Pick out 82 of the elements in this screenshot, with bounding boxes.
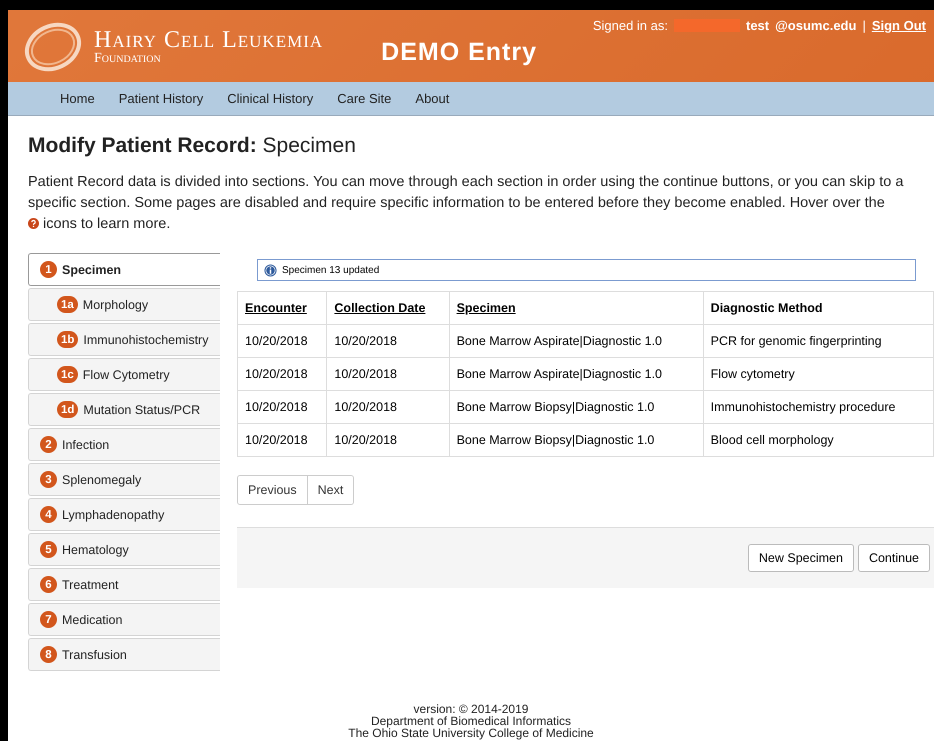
- table-cell: 10/20/2018: [326, 390, 450, 424]
- table-cell: 10/20/2018: [238, 324, 327, 358]
- separator: |: [862, 18, 866, 33]
- intro-text: icons to learn more.: [43, 216, 170, 232]
- ring-logo-icon: [22, 20, 84, 74]
- step-badge: 1a: [57, 296, 78, 313]
- step-badge: 4: [40, 506, 57, 523]
- step-badge: 1: [40, 261, 57, 278]
- sidebar-label: Mutation Status/PCR: [83, 402, 200, 416]
- column-header[interactable]: Encounter: [238, 292, 327, 324]
- table-cell: Bone Marrow Biopsy|Diagnostic 1.0: [449, 390, 704, 424]
- logo-title: Hairy Cell Leukemia: [94, 28, 324, 52]
- step-badge: 1d: [57, 401, 78, 418]
- alert-text: Specimen 13 updated: [282, 264, 380, 276]
- sidebar-item[interactable]: 4 Lymphadenopathy: [28, 498, 220, 531]
- sidebar-label: Infection: [62, 438, 110, 452]
- sidebar-item[interactable]: 7 Medication: [28, 603, 220, 636]
- table-cell: Flow cytometry: [703, 358, 934, 390]
- user-domain: @osumc.edu: [775, 18, 856, 33]
- table-cell: 10/20/2018: [326, 324, 450, 358]
- sidebar-item[interactable]: 1c Flow Cytometry: [28, 358, 220, 391]
- table-cell: Bone Marrow Aspirate|Diagnostic 1.0: [449, 358, 704, 390]
- sidebar-label: Specimen: [62, 262, 122, 276]
- step-badge: 6: [40, 576, 57, 593]
- nav-link[interactable]: Home: [48, 91, 107, 106]
- user-name: test: [746, 18, 770, 33]
- nav-link[interactable]: Clinical History: [215, 91, 326, 106]
- action-button[interactable]: New Specimen: [748, 544, 854, 572]
- table-cell: 10/20/2018: [238, 390, 327, 424]
- sidebar-label: Lymphadenopathy: [62, 508, 164, 522]
- nav-link[interactable]: Patient History: [106, 91, 216, 106]
- table-cell: 10/20/2018: [326, 424, 450, 456]
- table-cell: 10/20/2018: [238, 358, 327, 390]
- step-badge: 2: [40, 436, 57, 453]
- step-badge: 3: [40, 471, 57, 488]
- table-cell: Bone Marrow Aspirate|Diagnostic 1.0: [449, 324, 704, 358]
- column-header[interactable]: Specimen: [449, 292, 704, 324]
- sidebar-label: Medication: [62, 612, 122, 626]
- sidebar-item[interactable]: 1 Specimen: [28, 253, 220, 286]
- sidebar-item[interactable]: 1d Mutation Status/PCR: [28, 393, 220, 426]
- table-cell: 10/20/2018: [238, 424, 327, 456]
- sidebar-item[interactable]: 1a Morphology: [28, 288, 220, 321]
- action-button[interactable]: Continue: [858, 544, 930, 572]
- pager-button[interactable]: Previous: [237, 475, 308, 505]
- table-cell: Blood cell morphology: [703, 424, 934, 456]
- sidebar-item[interactable]: 8 Transfusion: [28, 638, 220, 671]
- sidebar-label: Splenomegaly: [62, 472, 142, 486]
- sidebar-item[interactable]: 1b Immunohistochemistry: [28, 323, 220, 356]
- sidebar-item[interactable]: 6 Treatment: [28, 568, 220, 601]
- sidebar-item[interactable]: 3 Splenomegaly: [28, 463, 220, 496]
- sidebar-label: Morphology: [82, 298, 148, 312]
- info-icon: [264, 264, 277, 276]
- column-header: Diagnostic Method: [703, 292, 934, 324]
- sidebar-item[interactable]: 2 Infection: [28, 428, 220, 461]
- nav-link[interactable]: Care Site: [325, 91, 404, 106]
- table-cell: Immunohistochemistry procedure: [703, 390, 934, 424]
- step-badge: 1b: [57, 331, 78, 348]
- nav-link[interactable]: About: [403, 91, 462, 106]
- step-badge: 7: [40, 611, 57, 628]
- app-title: DEMO Entry: [381, 38, 538, 67]
- column-header[interactable]: Collection Date: [326, 292, 450, 324]
- table-cell: 10/20/2018: [326, 358, 450, 390]
- help-icon: [28, 218, 39, 229]
- sidebar-label: Hematology: [62, 542, 129, 556]
- footer-text: The Ohio State University College of Medicine: [348, 727, 594, 739]
- redaction: [674, 19, 740, 32]
- table-cell: PCR for genomic fingerprinting: [703, 324, 934, 358]
- footer-text: version: © 2014-2019: [414, 703, 528, 715]
- step-badge: 5: [40, 541, 57, 558]
- table-cell: Bone Marrow Biopsy|Diagnostic 1.0: [449, 424, 704, 456]
- step-badge: 1c: [57, 366, 78, 383]
- logo-subtitle: Foundation: [94, 52, 162, 66]
- signed-in-label: Signed in as:: [592, 18, 668, 33]
- sidebar-item[interactable]: 5 Hematology: [28, 533, 220, 566]
- page-title: Modify Patient Record: Specimen: [28, 134, 357, 158]
- sidebar-label: Immunohistochemistry: [83, 332, 208, 346]
- step-badge: 8: [40, 646, 57, 663]
- sidebar-label: Transfusion: [62, 648, 127, 662]
- sidebar-label: Treatment: [62, 578, 119, 592]
- pager-button[interactable]: Next: [308, 475, 354, 505]
- sidebar-label: Flow Cytometry: [82, 368, 170, 382]
- footer-text: Department of Biomedical Informatics: [370, 715, 572, 727]
